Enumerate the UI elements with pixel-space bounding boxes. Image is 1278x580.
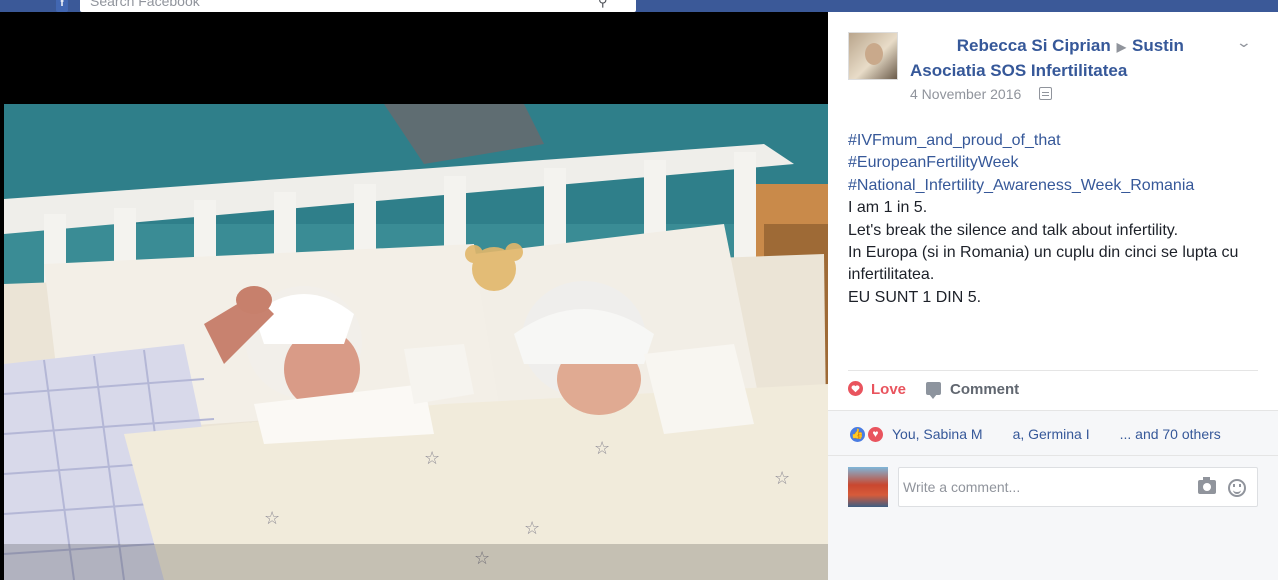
post-photo-illustration: ☆ ☆ ☆ ☆ ☆ ☆ — [4, 104, 828, 580]
post-text-line: In Europa (si in Romania) un cuplu din c… — [848, 244, 1239, 284]
love-reaction-icon: ♥ — [866, 425, 885, 444]
like-reaction-icon: 👍 — [848, 425, 867, 444]
arrow-right-icon: ▶ — [1116, 40, 1126, 54]
hashtag-link[interactable]: #National_Infertility_Awareness_Week_Rom… — [848, 175, 1268, 197]
post-text-line: Let's break the silence and talk about i… — [848, 221, 1179, 239]
facebook-logo-icon[interactable]: f — [56, 0, 68, 12]
comment-box[interactable] — [898, 467, 1258, 507]
post-photo[interactable]: ☆ ☆ ☆ ☆ ☆ ☆ — [4, 104, 828, 580]
divider — [848, 370, 1258, 371]
current-user-avatar[interactable] — [848, 467, 888, 507]
redacted-name — [910, 39, 952, 51]
photo-viewer: ☆ ☆ ☆ ☆ ☆ ☆ — [0, 12, 828, 580]
post-body: #IVFmum_and_proud_of_that #EuropeanFerti… — [848, 130, 1268, 309]
author-avatar[interactable] — [848, 32, 898, 80]
svg-text:☆: ☆ — [594, 438, 610, 459]
post-text-line: I am 1 in 5. — [848, 199, 928, 217]
chevron-down-icon[interactable]: ⌄ — [1236, 34, 1252, 51]
hashtag-link[interactable]: #IVFmum_and_proud_of_that — [848, 130, 1268, 152]
reaction-icons[interactable]: 👍 ♥ — [848, 425, 888, 445]
divider — [828, 455, 1278, 456]
heart-icon — [848, 381, 863, 396]
redacted-text — [1089, 430, 1120, 441]
post-header: Rebecca Si Ciprian ▶ Sustin Asociatia SOS … — [910, 34, 1230, 82]
svg-text:☆: ☆ — [774, 468, 790, 489]
svg-text:☆: ☆ — [524, 518, 540, 539]
reactions-others: ... and 70 others — [1119, 426, 1221, 442]
post-side-panel: Rebecca Si Ciprian ▶ Sustin Asociatia SOS … — [828, 12, 1278, 580]
love-button[interactable]: Love — [848, 380, 906, 400]
post-text-line: EU SUNT 1 DIN 5. — [848, 288, 982, 306]
audience-icon[interactable] — [1039, 87, 1052, 100]
redacted-text — [982, 430, 1013, 441]
author-name-link[interactable]: Rebecca Si Ciprian — [957, 36, 1111, 55]
comment-label: Comment — [950, 381, 1020, 398]
reactions-section: 👍 ♥ You, Sabina M a, Germina I ... and 70 … — [828, 410, 1278, 580]
reactions-summary[interactable]: You, Sabina M a, Germina I ... and 70 othe… — [892, 426, 1221, 442]
svg-text:☆: ☆ — [424, 448, 440, 469]
search-placeholder: Search Facebook — [90, 0, 200, 9]
hashtag-link[interactable]: #EuropeanFertilityWeek — [848, 152, 1268, 174]
post-timestamp[interactable]: 4 November 2016 — [910, 86, 1021, 102]
emoji-icon[interactable] — [1228, 479, 1246, 497]
svg-text:☆: ☆ — [264, 508, 280, 529]
reactions-names-1: You, Sabina M — [892, 426, 983, 442]
search-icon[interactable]: ⚲ — [598, 0, 608, 10]
camera-icon[interactable] — [1198, 477, 1216, 494]
love-label: Love — [871, 381, 907, 398]
reactions-names-2: a, Germina I — [1012, 426, 1090, 442]
comment-input[interactable] — [903, 468, 1183, 506]
comment-icon — [926, 382, 941, 399]
comment-button[interactable]: Comment — [926, 380, 1019, 400]
